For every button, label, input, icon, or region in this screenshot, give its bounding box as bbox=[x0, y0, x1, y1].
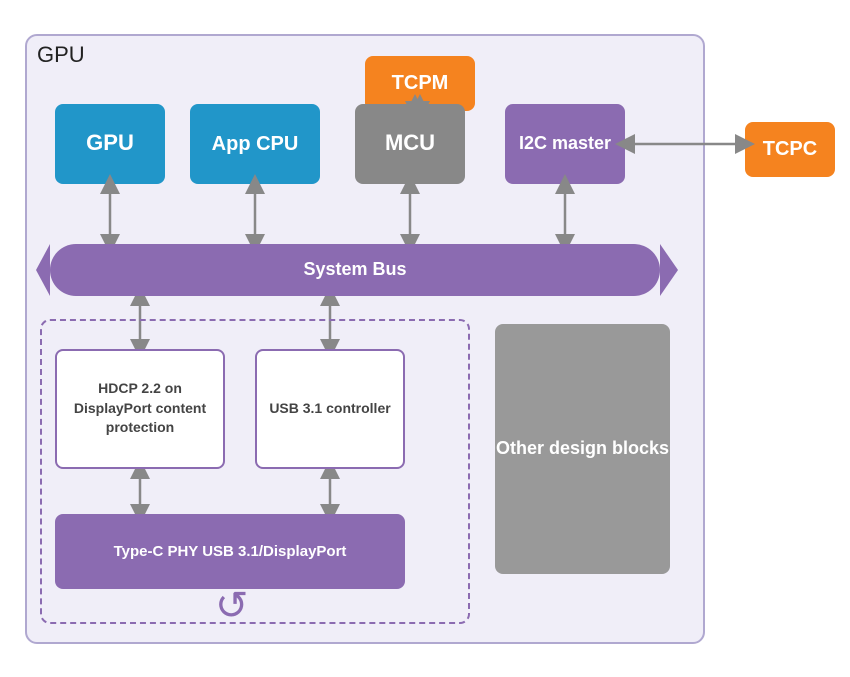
tcpm-block: TCPM bbox=[365, 56, 475, 111]
diagram-wrapper: GPU TCPM GPU App CPU MCU I2C master TCPC bbox=[15, 14, 835, 664]
usb-controller-block: USB 3.1 controller bbox=[255, 349, 405, 469]
system-bus-block: System Bus bbox=[50, 244, 660, 296]
soc-label: GPU bbox=[37, 42, 85, 68]
tcpc-block: TCPC bbox=[745, 122, 835, 177]
other-design-blocks: Other design blocks bbox=[495, 324, 670, 574]
typec-phy-block: Type-C PHY USB 3.1/DisplayPort bbox=[55, 514, 405, 589]
recycle-icon: ↺ bbox=[215, 583, 249, 629]
hdcp-block: HDCP 2.2 on DisplayPort content protecti… bbox=[55, 349, 225, 469]
mcu-block: MCU bbox=[355, 104, 465, 184]
app-cpu-block: App CPU bbox=[190, 104, 320, 184]
gpu-block: GPU bbox=[55, 104, 165, 184]
i2c-master-block: I2C master bbox=[505, 104, 625, 184]
